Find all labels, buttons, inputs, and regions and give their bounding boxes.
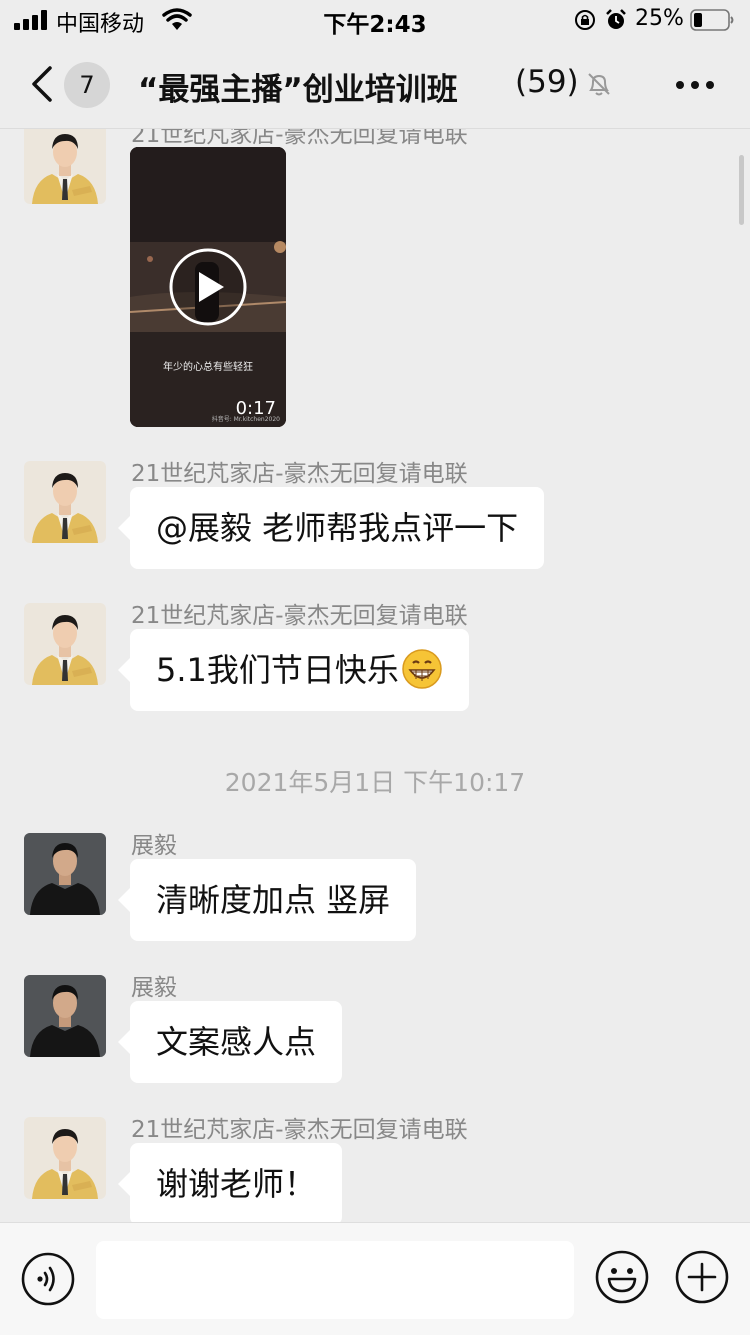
- message-bubble[interactable]: 谢谢老师！: [117, 1143, 343, 1222]
- back-button[interactable]: 7: [24, 62, 114, 108]
- timestamp-divider: 2021年5月1日 下午10:17: [224, 768, 526, 797]
- message-bubble[interactable]: 文案感人点: [117, 1001, 343, 1083]
- chat-header: 7 “最强主播”创业培训班 (59): [0, 40, 750, 129]
- avatar[interactable]: [24, 603, 106, 685]
- battery-icon: [690, 9, 734, 31]
- plus-icon[interactable]: [674, 1249, 730, 1305]
- video-caption: 年少的心总有些轻狂: [163, 362, 253, 373]
- message-input[interactable]: [96, 1241, 574, 1319]
- video-duration: 0:17: [235, 398, 276, 419]
- avatar[interactable]: [24, 975, 106, 1057]
- avatar[interactable]: [24, 129, 106, 204]
- battery-percent: 25%: [635, 6, 684, 31]
- alarm-icon: [606, 9, 626, 29]
- chat-title: “最强主播”创业培训班: [138, 72, 458, 108]
- message-bubble[interactable]: 5.1我们节日快乐: [118, 629, 469, 711]
- avatar[interactable]: [24, 461, 106, 543]
- sender-name: 展毅: [131, 833, 177, 859]
- input-bar: [0, 1222, 750, 1335]
- message-bubble[interactable]: @展毅 老师帮我点评一下: [117, 487, 545, 569]
- back-chevron-icon: [32, 66, 52, 102]
- voice-icon[interactable]: [20, 1251, 76, 1307]
- avatar[interactable]: [24, 833, 106, 915]
- emoji-icon[interactable]: [594, 1249, 650, 1305]
- message-text: 5.1我们节日快乐: [156, 651, 399, 689]
- avatar[interactable]: [24, 1117, 106, 1199]
- more-button[interactable]: [670, 64, 720, 104]
- grin-emoji-icon: [402, 649, 442, 689]
- member-count: (59): [515, 64, 579, 100]
- sender-name: 21世纪芃家店-豪杰无回复请电联: [131, 461, 468, 487]
- status-bar: 中国移动 下午2:43 25%: [0, 0, 750, 40]
- play-icon: [169, 248, 247, 326]
- sender-name: 21世纪芃家店-豪杰无回复请电联: [131, 603, 468, 629]
- more-icon: [676, 81, 684, 89]
- video-message[interactable]: 年少的心总有些轻狂 抖音号: Mr.kitchen2020 0:17: [130, 147, 286, 427]
- scrollbar[interactable]: [739, 155, 744, 225]
- unread-count-badge: 7: [64, 62, 110, 108]
- sender-name: 21世纪芃家店-豪杰无回复请电联: [131, 1117, 468, 1143]
- sender-name: 展毅: [131, 975, 177, 1001]
- orientation-lock-icon: [575, 10, 595, 30]
- sender-name: 21世纪芃家店-豪杰无回复请电联: [131, 129, 468, 148]
- message-list[interactable]: 21世纪芃家店-豪杰无回复请电联 年少的心总有些轻狂 抖音号: Mr.kitch…: [0, 129, 750, 1222]
- message-bubble[interactable]: 清晰度加点 竖屏: [117, 859, 417, 941]
- mute-bell-icon: [588, 73, 610, 96]
